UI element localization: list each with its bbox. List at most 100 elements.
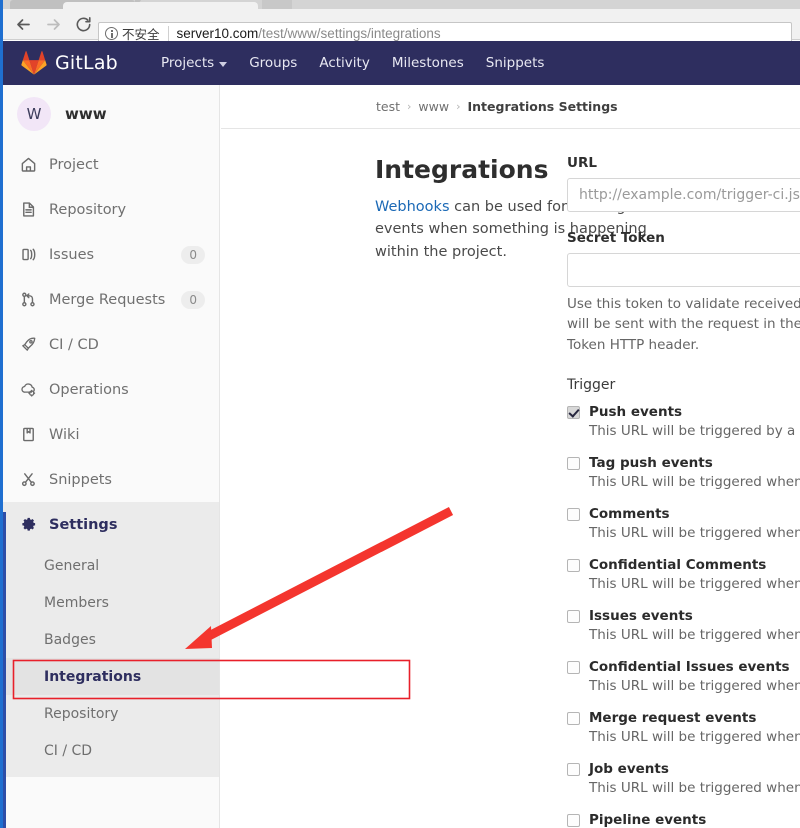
document-icon	[19, 201, 37, 219]
sidebar-item-ci-cd[interactable]: CI / CD	[3, 322, 219, 367]
issues-icon	[19, 246, 37, 264]
checkbox-confidential-comments[interactable]	[567, 558, 580, 572]
trigger-row-job-events[interactable]: Job events This URL will be triggered wh…	[567, 761, 800, 796]
sidebar-subitem-general-label: General	[44, 557, 100, 574]
browser-toolbar: 不安全 server10.com/test/www/settings/integ…	[0, 9, 800, 45]
trigger-row-confidential-comments[interactable]: Confidential Comments This URL will be t…	[567, 557, 800, 592]
book-icon	[19, 426, 37, 444]
trigger-row-confidential-issues-events[interactable]: Confidential Issues events This URL will…	[567, 659, 800, 694]
browser-window: 不安全 server10.com/test/www/settings/integ…	[0, 0, 800, 828]
scissors-icon	[19, 471, 37, 489]
sidebar-item-issues[interactable]: Issues 0	[3, 232, 219, 277]
sidebar-item-wiki[interactable]: Wiki	[3, 412, 219, 457]
gitlab-navbar: GitLab Projects Groups Activity Mileston…	[3, 41, 800, 85]
nav-link-snippets[interactable]: Snippets	[475, 49, 556, 77]
checkbox-merge-request-events[interactable]	[567, 711, 580, 725]
nav-link-milestones-label: Milestones	[391, 55, 464, 71]
secret-token-help: Use this token to validate received payl…	[567, 296, 800, 353]
checkbox-job-events[interactable]	[567, 762, 580, 776]
sidebar-project-header[interactable]: W www	[3, 85, 219, 142]
breadcrumb-item-group[interactable]: test	[376, 99, 400, 114]
trigger-title: Issues events	[589, 607, 693, 624]
trigger-row-comments[interactable]: Comments This URL will be triggered when…	[567, 506, 800, 541]
secret-token-input[interactable]	[567, 253, 800, 287]
settings-form-column: URL Secret Token Use this token to valid…	[546, 155, 800, 828]
webhooks-link[interactable]: Webhooks	[375, 199, 450, 215]
settings-subnav: General Members Badges Integrations Repo…	[3, 547, 219, 777]
sidebar-item-repository[interactable]: Repository	[3, 187, 219, 232]
sidebar-item-ci-cd-label: CI / CD	[49, 336, 99, 353]
sidebar-item-operations[interactable]: Operations	[3, 367, 219, 412]
trigger-row-tag-push-events[interactable]: Tag push events This URL will be trigger…	[567, 455, 800, 490]
trigger-desc: This URL will be triggered when a merge …	[589, 728, 800, 745]
gitlab-logo-link[interactable]: GitLab	[15, 48, 128, 78]
sidebar-item-merge-requests-label: Merge Requests	[49, 291, 166, 308]
browser-tab-active[interactable]	[63, 2, 258, 9]
tab-strip	[0, 0, 800, 9]
trigger-title: Confidential Issues events	[589, 658, 790, 675]
breadcrumb-separator-1: ›	[407, 100, 412, 113]
sidebar-subitem-integrations-label: Integrations	[44, 668, 142, 685]
trigger-title: Push events	[589, 403, 683, 420]
reload-icon[interactable]	[68, 10, 98, 38]
nav-link-activity[interactable]: Activity	[308, 49, 381, 77]
trigger-desc: This URL will be triggered when a confid…	[589, 677, 800, 694]
sidebar-item-project[interactable]: Project	[3, 142, 219, 187]
gitlab-nav-links: Projects Groups Activity Milestones Snip…	[150, 49, 555, 77]
gear-icon	[19, 516, 37, 534]
trigger-desc: This URL will be triggered when a new ta…	[589, 473, 800, 490]
rocket-icon	[19, 336, 37, 354]
avatar: W	[17, 96, 51, 131]
sidebar-subitem-members[interactable]: Members	[3, 584, 219, 621]
sidebar-subitem-badges[interactable]: Badges	[3, 621, 219, 658]
url-text: server10.com/test/www/settings/integrati…	[177, 26, 441, 41]
breadcrumb-item-project[interactable]: www	[418, 99, 449, 114]
nav-link-activity-label: Activity	[319, 55, 370, 71]
sidebar-item-snippets-label: Snippets	[49, 471, 112, 488]
trigger-title: Job events	[589, 760, 669, 777]
nav-link-projects-label: Projects	[160, 55, 215, 71]
trigger-desc: This URL will be triggered when someone …	[589, 575, 800, 592]
nav-link-projects[interactable]: Projects	[150, 49, 238, 77]
project-sidebar: W www Project Repository Issues 0 Merge …	[3, 85, 220, 828]
gitlab-brand-text: GitLab	[55, 52, 118, 74]
sidebar-subitem-members-label: Members	[44, 594, 109, 611]
sidebar-item-merge-requests-badge: 0	[181, 290, 205, 309]
trigger-section-label: Trigger	[567, 376, 616, 393]
sidebar-subitem-repository[interactable]: Repository	[3, 695, 219, 732]
checkbox-comments[interactable]	[567, 507, 580, 521]
sidebar-subitem-ci-cd-label: CI / CD	[44, 742, 93, 759]
sidebar-item-merge-requests[interactable]: Merge Requests 0	[3, 277, 219, 322]
trigger-row-issues-events[interactable]: Issues events This URL will be triggered…	[567, 608, 800, 643]
checkbox-issues-events[interactable]	[567, 609, 580, 623]
forward-arrow-icon[interactable]	[38, 10, 68, 38]
browser-tab-other[interactable]	[262, 0, 292, 9]
checkbox-tag-push-events[interactable]	[567, 456, 580, 470]
url-host: server10.com	[176, 26, 259, 41]
back-arrow-icon[interactable]	[8, 10, 38, 38]
nav-link-milestones[interactable]: Milestones	[381, 49, 475, 77]
sidebar-item-issues-label: Issues	[49, 246, 95, 263]
sidebar-item-snippets[interactable]: Snippets	[3, 457, 219, 502]
sidebar-subitem-integrations[interactable]: Integrations	[3, 658, 219, 695]
sidebar-subitem-general[interactable]: General	[3, 547, 219, 584]
home-icon	[19, 156, 37, 174]
nav-link-groups[interactable]: Groups	[238, 49, 308, 77]
settings-description-column: Integrations Webhooks can be used for bi…	[221, 155, 647, 828]
page-title: Integrations	[375, 155, 549, 184]
sidebar-item-settings[interactable]: Settings	[3, 502, 219, 547]
trigger-row-push-events[interactable]: Push events This URL will be triggered b…	[567, 404, 800, 439]
secret-token-label: Secret Token	[567, 230, 665, 246]
url-input[interactable]	[567, 178, 800, 212]
window-left-edge	[0, 0, 3, 828]
checkbox-push-events[interactable]	[567, 405, 580, 419]
breadcrumb-separator-2: ›	[456, 100, 461, 113]
url-path: /test/www/settings/integrations	[258, 26, 441, 41]
trigger-desc: This URL will be triggered by a push to …	[589, 422, 800, 439]
checkbox-confidential-issues-events[interactable]	[567, 660, 580, 674]
trigger-desc: This URL will be triggered when an issue…	[589, 626, 800, 643]
sidebar-subitem-ci-cd[interactable]: CI / CD	[3, 732, 219, 769]
trigger-row-merge-request-events[interactable]: Merge request events This URL will be tr…	[567, 710, 800, 745]
checkbox-pipeline-events[interactable]	[567, 813, 580, 827]
trigger-row-pipeline-events[interactable]: Pipeline events This URL will be trigger…	[567, 812, 800, 828]
